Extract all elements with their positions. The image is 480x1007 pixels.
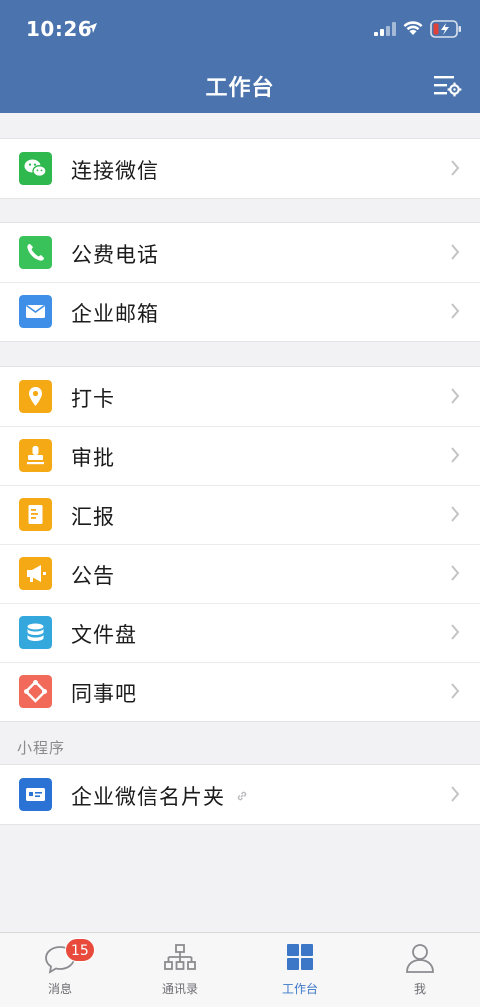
chevron-right-icon — [451, 786, 460, 802]
item-label: 企业邮箱 — [71, 302, 159, 326]
item-report[interactable]: 汇报 — [0, 485, 480, 544]
database-icon — [19, 616, 52, 649]
item-label: 文件盘 — [71, 623, 137, 647]
wechat-icon — [19, 152, 52, 185]
cellular-signal-icon — [374, 22, 396, 36]
item-label: 打卡 — [71, 387, 115, 411]
wifi-icon — [403, 21, 423, 35]
tab-label: 通讯录 — [161, 982, 198, 996]
item-label: 企业微信名片夹 — [71, 785, 225, 809]
chevron-right-icon — [451, 565, 460, 581]
item-label: 公告 — [71, 564, 115, 588]
chevron-right-icon — [451, 244, 460, 260]
item-connect-wechat[interactable]: 连接微信 — [0, 139, 480, 198]
group-connect: 连接微信 — [0, 138, 480, 199]
status-bar: 10:26 — [0, 0, 480, 60]
item-check-in[interactable]: 打卡 — [0, 367, 480, 426]
card-holder-icon — [19, 778, 52, 811]
item-label: 公费电话 — [71, 243, 159, 267]
phone-icon — [19, 236, 52, 269]
mail-icon — [19, 295, 52, 328]
settings-sliders-icon — [434, 76, 462, 97]
tab-bar: 15 消息 通讯录 工作台 我 — [0, 932, 480, 1007]
item-label: 连接微信 — [71, 159, 159, 183]
item-approval[interactable]: 审批 — [0, 426, 480, 485]
group-communication: 公费电话 企业邮箱 — [0, 222, 480, 342]
item-announcement[interactable]: 公告 — [0, 544, 480, 603]
header: 10:26 工作台 — [0, 0, 480, 113]
tab-me[interactable]: 我 — [360, 933, 480, 1007]
chevron-right-icon — [451, 388, 460, 404]
group-mini-programs: 企业微信名片夹 — [0, 764, 480, 825]
chevron-right-icon — [451, 303, 460, 319]
link-icon — [237, 791, 247, 801]
battery-icon — [430, 20, 461, 38]
tab-workbench[interactable]: 工作台 — [240, 933, 360, 1007]
chevron-right-icon — [451, 506, 460, 522]
item-colleague-circle[interactable]: 同事吧 — [0, 662, 480, 721]
unread-badge: 15 — [65, 938, 95, 962]
chevron-right-icon — [451, 624, 460, 640]
colleague-icon — [19, 675, 52, 708]
tab-contacts[interactable]: 通讯录 — [120, 933, 240, 1007]
tab-label: 我 — [413, 982, 426, 996]
item-enterprise-mail[interactable]: 企业邮箱 — [0, 282, 480, 341]
item-public-phone[interactable]: 公费电话 — [0, 223, 480, 282]
item-file-drive[interactable]: 文件盘 — [0, 603, 480, 662]
settings-button[interactable] — [432, 73, 462, 99]
chevron-right-icon — [451, 160, 460, 176]
item-label: 汇报 — [71, 505, 115, 529]
section-label-mini-programs: 小程序 — [17, 739, 66, 757]
location-pin-icon — [19, 380, 52, 413]
item-business-card-holder[interactable]: 企业微信名片夹 — [0, 765, 480, 824]
item-label: 同事吧 — [71, 682, 137, 706]
tab-label: 工作台 — [281, 982, 318, 996]
page-title: 工作台 — [205, 76, 275, 101]
org-chart-icon — [164, 944, 196, 970]
status-time: 10:26 — [26, 17, 93, 41]
person-icon — [406, 944, 434, 973]
location-arrow-icon — [87, 23, 97, 33]
tab-label: 消息 — [47, 982, 72, 996]
tab-messages[interactable]: 15 消息 — [0, 933, 120, 1007]
group-office-apps: 打卡 审批 汇报 公告 文件盘 同事吧 — [0, 366, 480, 722]
report-icon — [19, 498, 52, 531]
megaphone-icon — [19, 557, 52, 590]
stamp-icon — [19, 439, 52, 472]
grid-icon — [287, 944, 313, 970]
chevron-right-icon — [451, 683, 460, 699]
chevron-right-icon — [451, 447, 460, 463]
item-label: 审批 — [71, 446, 115, 470]
